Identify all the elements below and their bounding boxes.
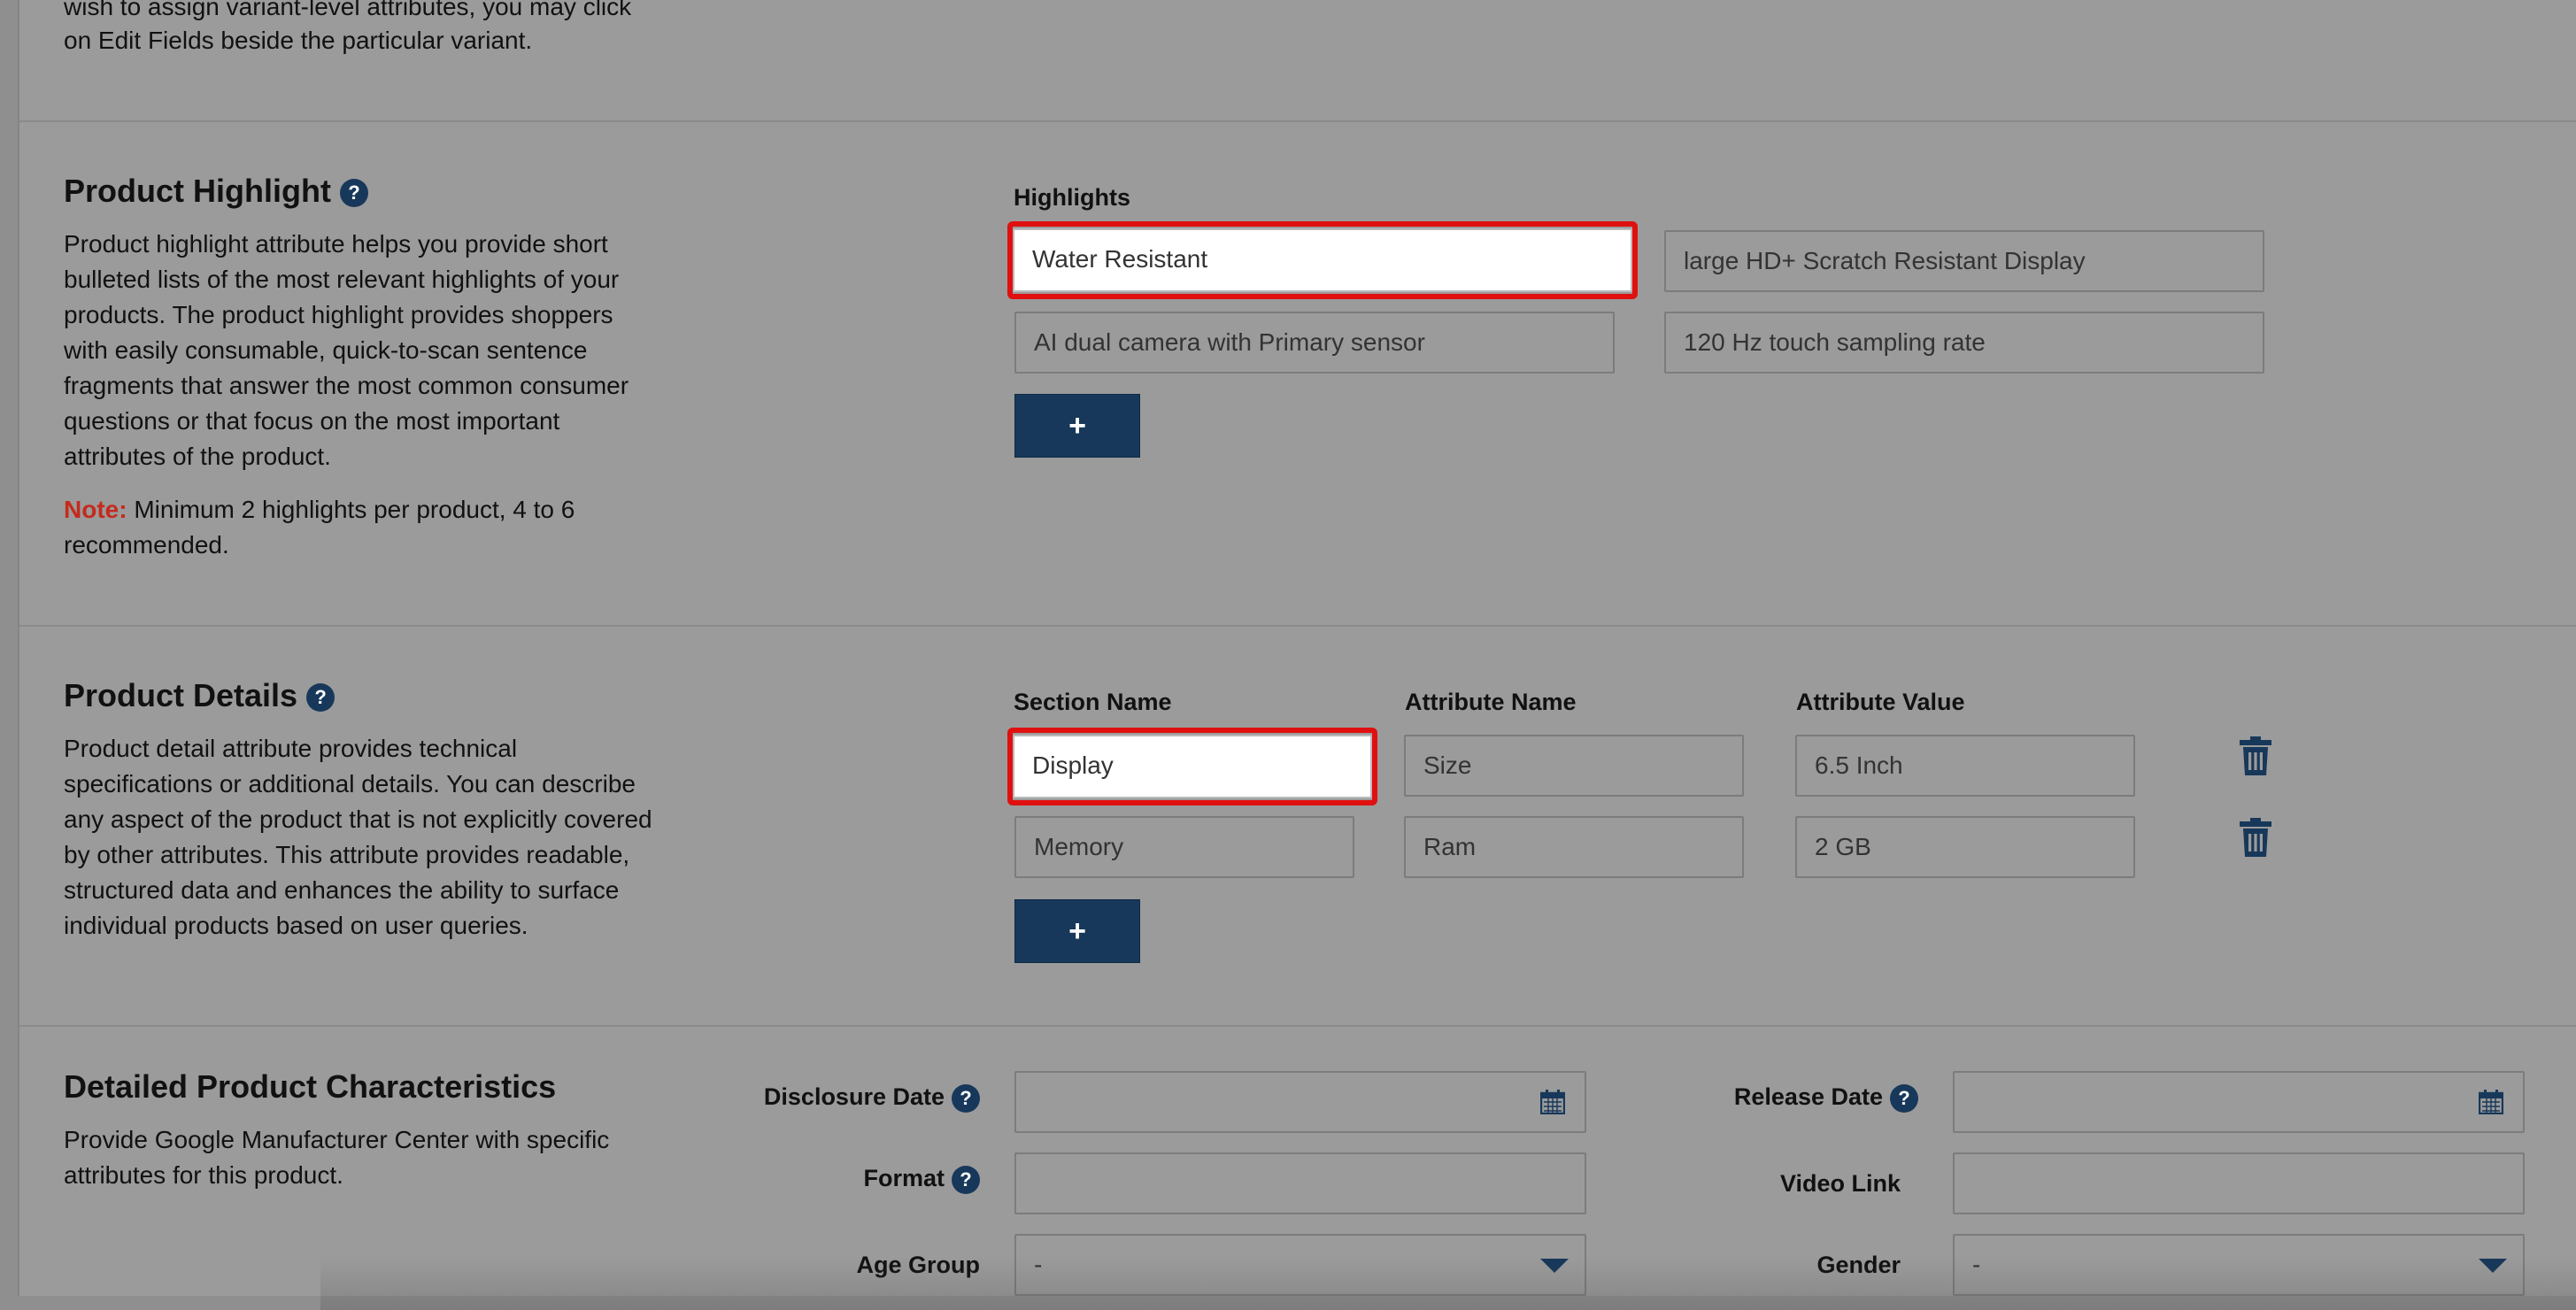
calendar-icon[interactable] — [1540, 1090, 1565, 1114]
note-text: Minimum 2 highlights per product, 4 to 6 — [127, 496, 575, 523]
product-details-desc-6: individual products based on user querie… — [64, 912, 528, 939]
add-detail-button[interactable]: + — [1014, 899, 1140, 963]
product-details-desc-3: any aspect of the product that is not ex… — [64, 805, 652, 833]
product-highlight-desc-1: Product highlight attribute helps you pr… — [64, 230, 608, 258]
attribute-value-input-1[interactable]: 6.5 Inch — [1795, 735, 2135, 797]
product-highlight-title: Product Highlight? — [64, 172, 368, 211]
product-highlight-desc-2: bulleted lists of the most relevant high… — [64, 266, 620, 293]
highlight-input-1[interactable]: Water Resistant — [1013, 228, 1632, 292]
disclosure-date-input[interactable] — [1014, 1071, 1586, 1133]
product-details-desc-5: structured data and enhances the ability… — [64, 876, 620, 904]
video-link-label: Video Link — [1779, 1170, 1901, 1197]
question-icon[interactable]: ? — [1890, 1083, 1918, 1113]
product-highlight-title-text: Product Highlight — [64, 173, 331, 209]
highlight-input-4[interactable]: 120 Hz touch sampling rate — [1664, 312, 2264, 374]
release-date-label: Release Date? — [1666, 1083, 1918, 1113]
note-label: Note: — [64, 496, 127, 523]
format-label: Format? — [728, 1165, 980, 1194]
highlights-label: Highlights — [1014, 184, 1130, 211]
question-icon[interactable]: ? — [952, 1165, 980, 1194]
divider — [19, 1025, 2576, 1027]
section-name-input-2[interactable]: Memory — [1014, 816, 1354, 878]
characteristics-title: Detailed Product Characteristics — [64, 1068, 557, 1105]
intro-line-2: on Edit Fields beside the particular var… — [64, 27, 533, 54]
product-details-desc-2: specifications or additional details. Yo… — [64, 770, 636, 798]
bottom-shadow — [320, 1257, 2576, 1310]
question-icon[interactable]: ? — [952, 1083, 980, 1113]
question-icon[interactable]: ? — [306, 683, 335, 713]
characteristics-desc-1: Provide Google Manufacturer Center with … — [64, 1126, 610, 1153]
trash-icon[interactable] — [2238, 818, 2273, 859]
add-highlight-button[interactable]: + — [1014, 394, 1140, 458]
format-input[interactable] — [1014, 1152, 1586, 1214]
characteristics-desc-2: attributes for this product. — [64, 1161, 343, 1189]
section-name-header: Section Name — [1014, 689, 1172, 715]
disclosure-date-label-text: Disclosure Date — [763, 1083, 945, 1110]
divider — [19, 120, 2576, 122]
product-highlight-note: Note: Minimum 2 highlights per product, … — [64, 492, 575, 528]
release-date-input[interactable] — [1953, 1071, 2525, 1133]
calendar-icon[interactable] — [2479, 1090, 2503, 1114]
attribute-value-header: Attribute Value — [1796, 689, 1965, 715]
video-link-input[interactable] — [1953, 1152, 2525, 1214]
divider — [19, 625, 2576, 627]
product-highlight-desc-4: with easily consumable, quick-to-scan se… — [64, 336, 588, 364]
format-label-text: Format — [863, 1165, 945, 1191]
attribute-name-header: Attribute Name — [1405, 689, 1577, 715]
question-icon[interactable]: ? — [339, 179, 368, 208]
product-highlight-desc-5: fragments that answer the most common co… — [64, 372, 629, 399]
product-details-desc-4: by other attributes. This attribute prov… — [64, 841, 630, 868]
product-highlight-desc-3: products. The product highlight provides… — [64, 301, 613, 328]
product-highlight-desc-7: attributes of the product. — [64, 443, 331, 470]
page: wish to assign variant-level attributes,… — [18, 0, 2576, 1310]
product-highlight-desc-6: questions or that focus on the most impo… — [64, 407, 560, 435]
highlight-input-3[interactable]: AI dual camera with Primary sensor — [1014, 312, 1615, 374]
product-details-desc-1: Product detail attribute provides techni… — [64, 735, 518, 762]
trash-icon[interactable] — [2238, 736, 2273, 777]
product-highlight-note-2: recommended. — [64, 531, 229, 559]
section-name-input-1[interactable]: Display — [1013, 735, 1372, 798]
disclosure-date-label: Disclosure Date? — [728, 1083, 980, 1113]
product-details-title-text: Product Details — [64, 677, 298, 713]
release-date-label-text: Release Date — [1733, 1083, 1883, 1110]
attribute-name-input-1[interactable]: Size — [1404, 735, 1744, 797]
attribute-value-input-2[interactable]: 2 GB — [1795, 816, 2135, 878]
product-details-title: Product Details? — [64, 676, 335, 715]
intro-line-1: wish to assign variant-level attributes,… — [64, 0, 632, 20]
attribute-name-input-2[interactable]: Ram — [1404, 816, 1744, 878]
highlight-input-2[interactable]: large HD+ Scratch Resistant Display — [1664, 230, 2264, 292]
